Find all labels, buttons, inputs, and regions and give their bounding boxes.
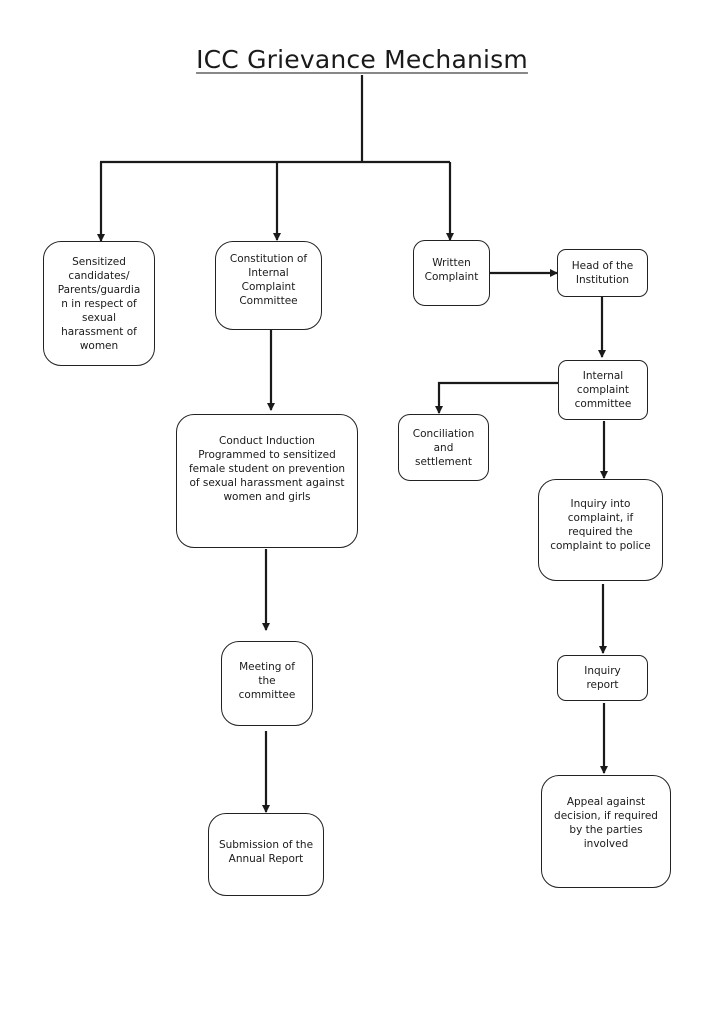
- node-head-of-institution: Head of the Institution: [557, 249, 648, 297]
- node-inquiry-label: Inquiry into complaint, if required the …: [550, 498, 651, 552]
- node-sensitized: Sensitized candidates/ Parents/guardia n…: [43, 241, 155, 366]
- node-inquiry: Inquiry into complaint, if required the …: [538, 479, 663, 581]
- node-appeal: Appeal against decision, if required by …: [541, 775, 671, 888]
- node-appeal-label: Appeal against decision, if required by …: [554, 795, 658, 850]
- node-annual-report: Submission of the Annual Report: [208, 813, 324, 896]
- node-conciliation-label: Conciliation and settlement: [412, 427, 475, 468]
- node-induction-label: Conduct Induction Programmed to sensitiz…: [188, 435, 346, 503]
- node-written-complaint: Written Complaint: [413, 240, 490, 306]
- node-conciliation: Conciliation and settlement: [398, 414, 489, 481]
- node-constitution: Constitution of Internal Complaint Commi…: [215, 241, 322, 330]
- node-sensitized-label: Sensitized candidates/ Parents/guardia n…: [57, 255, 141, 352]
- node-written-complaint-label: Written Complaint: [424, 257, 479, 283]
- node-icc-label: Internal complaint committee: [574, 370, 632, 410]
- node-head-label: Head of the Institution: [571, 260, 634, 286]
- node-internal-complaint-committee: Internal complaint committee: [558, 360, 648, 420]
- node-inquiry-report-label: Inquiry report: [584, 665, 621, 691]
- arrow-to-conciliation: [435, 381, 558, 414]
- node-inquiry-report: Inquiry report: [557, 655, 648, 701]
- node-meeting-label: Meeting of the committee: [238, 660, 296, 701]
- node-meeting: Meeting of the committee: [221, 641, 313, 726]
- node-annual-report-label: Submission of the Annual Report: [218, 838, 314, 865]
- node-constitution-label: Constitution of Internal Complaint Commi…: [229, 253, 308, 307]
- node-induction: Conduct Induction Programmed to sensitiz…: [176, 414, 358, 548]
